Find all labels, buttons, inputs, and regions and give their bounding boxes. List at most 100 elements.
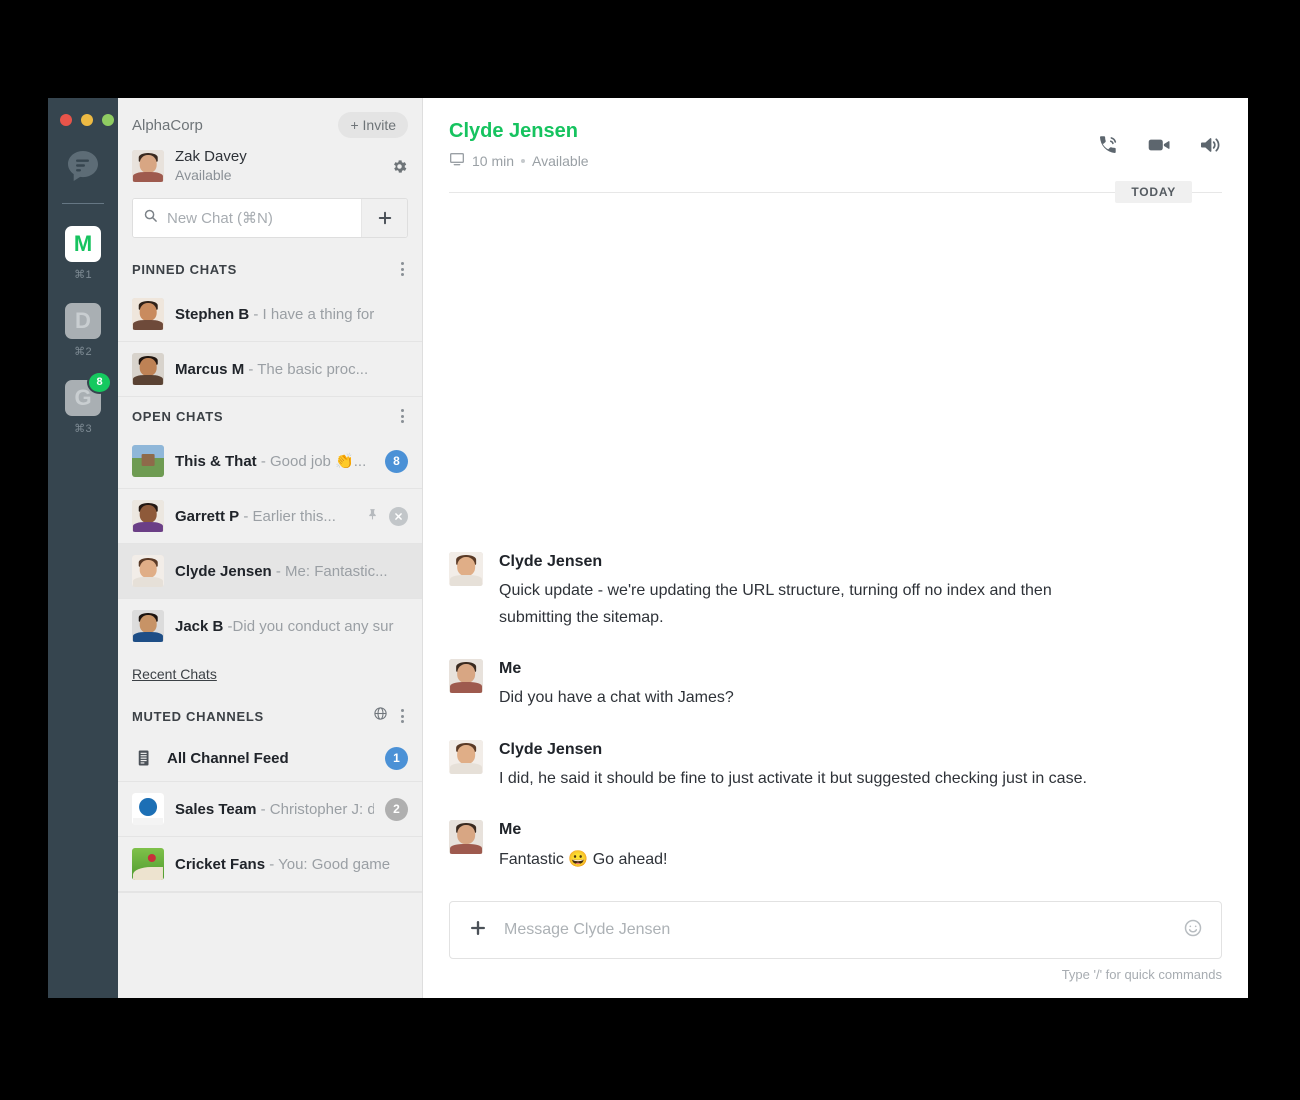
message-item: Me Did you have a chat with James? xyxy=(449,659,1222,712)
search-input[interactable]: New Chat (⌘N) xyxy=(133,199,361,238)
chat-row-text: Stephen B - I have a thing for xyxy=(175,306,408,323)
chat-preview: - Christopher J: d. xyxy=(260,800,374,818)
unread-badge: 2 xyxy=(385,797,408,821)
new-chat-button[interactable] xyxy=(361,199,407,238)
message-composer[interactable]: Message Clyde Jensen xyxy=(449,901,1222,959)
workspace-item-d[interactable]: D ⌘2 xyxy=(65,303,101,358)
message-text: Quick update - we're updating the URL st… xyxy=(499,582,1052,626)
avatar xyxy=(449,739,483,774)
kebab-icon[interactable] xyxy=(397,407,408,425)
section-header-open-chats: OPEN CHATS xyxy=(118,397,422,434)
close-icon[interactable] xyxy=(389,506,408,526)
list-item[interactable]: Stephen B - I have a thing for xyxy=(118,287,422,343)
chat-row-text: Cricket Fans - You: Good game xyxy=(175,856,408,873)
kebab-icon[interactable] xyxy=(397,707,408,725)
list-item-selected[interactable]: Clyde Jensen - Me: Fantastic... xyxy=(118,544,422,600)
workspace-tile-m[interactable]: M xyxy=(65,226,101,262)
unread-badge: 1 xyxy=(385,746,408,770)
app-window: M ⌘1 D ⌘2 G 8 ⌘3 AlphaCorp + Invite Zak … xyxy=(48,98,1248,998)
composer-hint: Type '/' for quick commands xyxy=(1061,967,1222,982)
chat-row-text: Clyde Jensen - Me: Fantastic... xyxy=(175,563,408,580)
idle-time: 10 min xyxy=(472,152,515,169)
avatar xyxy=(132,150,164,183)
current-user-name: Zak Davey xyxy=(175,148,247,165)
search-icon xyxy=(143,208,158,228)
rail-divider xyxy=(62,203,104,204)
chat-name: Marcus M xyxy=(175,360,245,378)
video-camera-icon[interactable] xyxy=(1146,132,1172,163)
message-author: Clyde Jensen xyxy=(499,553,603,571)
phone-call-icon[interactable] xyxy=(1096,133,1120,162)
avatar xyxy=(132,610,164,643)
smiley-icon[interactable] xyxy=(1183,918,1203,943)
list-item[interactable]: Sales Team - Christopher J: d. 2 xyxy=(118,782,422,838)
chat-name: Cricket Fans xyxy=(175,855,266,873)
chat-preview: - You: Good game xyxy=(269,855,391,873)
sidebar-empty-space xyxy=(118,892,422,998)
avatar xyxy=(449,820,483,855)
kebab-icon[interactable] xyxy=(397,260,408,278)
workspace-shortcut: ⌘3 xyxy=(74,423,92,435)
workspace-item-g[interactable]: G 8 ⌘3 xyxy=(65,371,112,435)
message-list: Clyde Jensen Quick update - we're updati… xyxy=(423,193,1248,901)
avatar xyxy=(132,848,164,881)
workspace-letter: D xyxy=(75,308,91,333)
workspace-item-m[interactable]: M ⌘1 xyxy=(65,226,101,281)
chat-name: Sales Team xyxy=(175,800,257,818)
section-title: PINNED CHATS xyxy=(132,261,237,277)
workspace-tile-g[interactable]: G 8 xyxy=(65,371,112,416)
message-item: Me Fantastic 😀 Go ahead! xyxy=(449,820,1222,873)
avatar xyxy=(132,500,164,533)
avatar xyxy=(132,353,164,386)
message-item: Clyde Jensen I did, he said it should be… xyxy=(449,739,1222,793)
current-user-meta: Zak Davey Available xyxy=(175,148,380,184)
avatar xyxy=(449,552,483,587)
workspace-letter: M xyxy=(73,231,93,256)
message-input-placeholder[interactable]: Message Clyde Jensen xyxy=(504,921,1167,939)
speaker-icon[interactable] xyxy=(1198,133,1222,162)
chat-name: Jack B xyxy=(175,617,224,635)
invite-button[interactable]: + Invite xyxy=(338,112,408,138)
zoom-window-button[interactable] xyxy=(102,114,114,126)
list-item[interactable]: Marcus M - The basic proc... xyxy=(118,342,422,398)
current-user-status: Available xyxy=(175,166,232,183)
message-text: Did you have a chat with James? xyxy=(499,689,734,707)
conversation-header: Clyde Jensen 10 min Available TODAY xyxy=(423,98,1248,203)
date-divider: TODAY xyxy=(1115,181,1192,203)
section-title: MUTED CHANNELS xyxy=(132,708,264,724)
feed-icon xyxy=(132,746,156,770)
current-user-row[interactable]: Zak Davey Available xyxy=(118,142,422,194)
list-item[interactable]: Jack B -Did you conduct any sur xyxy=(118,599,422,653)
org-name: AlphaCorp xyxy=(132,116,203,134)
close-window-button[interactable] xyxy=(60,114,72,126)
section-header-muted-channels: MUTED CHANNELS xyxy=(118,696,422,735)
pin-icon[interactable] xyxy=(366,506,379,527)
new-chat-search-row[interactable]: New Chat (⌘N) xyxy=(132,198,408,239)
message-author: Me xyxy=(499,660,522,678)
plus-icon[interactable] xyxy=(468,918,488,943)
workspace-rail: M ⌘1 D ⌘2 G 8 ⌘3 xyxy=(48,98,118,998)
globe-icon[interactable] xyxy=(373,706,388,726)
workspace-shortcut: ⌘1 xyxy=(74,269,92,281)
gear-icon[interactable] xyxy=(391,158,408,175)
conversation-pane: Clyde Jensen 10 min Available TODAY Clyd… xyxy=(423,98,1248,998)
list-item[interactable]: This & That - Good job 👏... 8 xyxy=(118,434,422,490)
recent-chats-link[interactable]: Recent Chats xyxy=(118,653,422,696)
list-item[interactable]: Cricket Fans - You: Good game xyxy=(118,837,422,893)
avatar xyxy=(132,793,164,826)
list-item[interactable]: Garrett P - Earlier this... xyxy=(118,489,422,545)
chat-row-text: All Channel Feed xyxy=(167,750,374,767)
chat-row-text: Sales Team - Christopher J: d. xyxy=(175,801,374,818)
workspace-tile-d[interactable]: D xyxy=(65,303,101,339)
message-text: Fantastic 😀 Go ahead! xyxy=(499,850,668,868)
chat-name: Garrett P xyxy=(175,507,240,525)
minimize-window-button[interactable] xyxy=(81,114,93,126)
unread-badge: 8 xyxy=(385,449,408,473)
chat-preview: - The basic proc... xyxy=(248,360,369,378)
chat-row-text: Marcus M - The basic proc... xyxy=(175,361,408,378)
message-author: Me xyxy=(499,821,522,839)
chat-bubble-logo-icon[interactable] xyxy=(63,146,103,186)
list-item[interactable]: All Channel Feed 1 xyxy=(118,735,422,783)
avatar xyxy=(449,659,483,694)
header-divider: TODAY xyxy=(449,181,1222,203)
